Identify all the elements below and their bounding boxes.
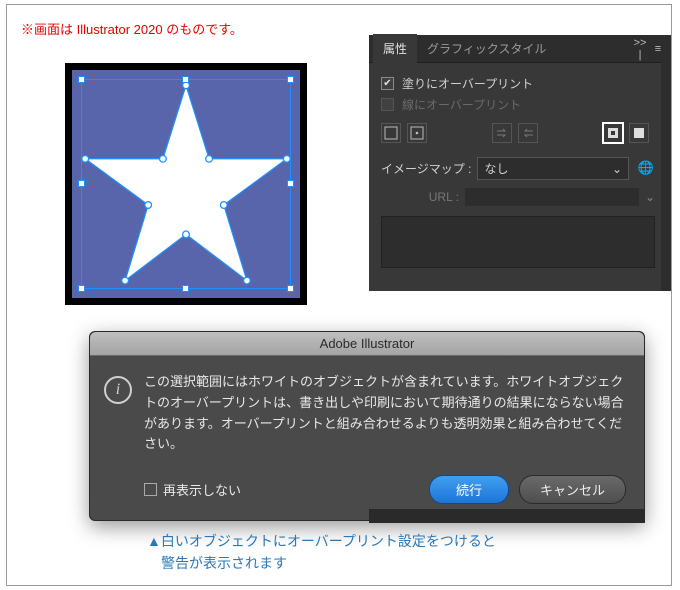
tab-graphic-style[interactable]: グラフィックスタイル bbox=[417, 34, 556, 63]
top-note: ※画面は Illustrator 2020 のものです。 bbox=[21, 19, 243, 38]
dont-show-checkbox[interactable] bbox=[144, 483, 157, 496]
selection-handle[interactable] bbox=[78, 285, 85, 292]
imagemap-select[interactable]: なし ⌄ bbox=[477, 157, 629, 180]
figure-frame: ※画面は Illustrator 2020 のものです。 属性 bbox=[6, 4, 672, 586]
selection-handle[interactable] bbox=[287, 180, 294, 187]
nonzero-rule-icon[interactable] bbox=[629, 123, 649, 143]
dont-show-label[interactable]: 再表示しない bbox=[163, 480, 241, 499]
bg-shadow bbox=[369, 509, 645, 523]
path-direction-on-icon[interactable] bbox=[518, 123, 538, 143]
hide-center-icon[interactable] bbox=[407, 123, 427, 143]
url-input[interactable] bbox=[465, 188, 639, 206]
attribute-icon-row bbox=[381, 123, 655, 143]
selection-handle[interactable] bbox=[182, 76, 189, 83]
caption-line2: 警告が表示されます bbox=[161, 555, 287, 571]
stroke-overprint-row: 線にオーバープリント bbox=[381, 96, 655, 113]
artwork-canvas bbox=[59, 57, 313, 311]
selection-bounds[interactable] bbox=[81, 79, 291, 289]
continue-button[interactable]: 続行 bbox=[429, 475, 509, 504]
attributes-panel: 属性 グラフィックスタイル >> | ≡ ✔ 塗りにオーバープリント 線にオーバ… bbox=[369, 35, 667, 291]
dialog-message: この選択範囲にはホワイトのオブジェクトが含まれています。ホワイトオブジェクトのオ… bbox=[144, 372, 626, 455]
tab-attributes[interactable]: 属性 bbox=[373, 34, 417, 63]
fill-overprint-checkbox[interactable]: ✔ bbox=[381, 77, 394, 90]
selection-handle[interactable] bbox=[182, 285, 189, 292]
stroke-overprint-checkbox bbox=[381, 98, 394, 111]
caption-line1: ▲白いオブジェクトにオーバープリント設定をつけると bbox=[147, 533, 496, 549]
dialog-title: Adobe Illustrator bbox=[90, 332, 644, 356]
panel-tabs: 属性 グラフィックスタイル >> | ≡ bbox=[369, 35, 667, 63]
even-odd-rule-icon[interactable] bbox=[603, 123, 623, 143]
imagemap-row: イメージマップ : なし ⌄ 🌐 bbox=[381, 157, 655, 180]
show-center-icon[interactable] bbox=[381, 123, 401, 143]
selection-handle[interactable] bbox=[78, 180, 85, 187]
fill-overprint-label: 塗りにオーバープリント bbox=[402, 75, 533, 92]
url-row: URL : ⌄ bbox=[381, 188, 655, 206]
warning-dialog: Adobe Illustrator i この選択範囲にはホワイトのオブジェクトが… bbox=[89, 331, 645, 521]
info-icon: i bbox=[104, 376, 132, 404]
panel-textarea[interactable] bbox=[381, 216, 655, 268]
chevron-down-icon: ⌄ bbox=[612, 162, 622, 176]
stroke-overprint-label: 線にオーバープリント bbox=[402, 96, 521, 113]
selection-handle[interactable] bbox=[78, 76, 85, 83]
selection-handle[interactable] bbox=[287, 285, 294, 292]
chevron-down-icon[interactable]: ⌄ bbox=[645, 190, 655, 204]
fill-overprint-row[interactable]: ✔ 塗りにオーバープリント bbox=[381, 75, 655, 92]
selection-handle[interactable] bbox=[287, 76, 294, 83]
cancel-button[interactable]: キャンセル bbox=[519, 475, 626, 504]
imagemap-value: なし bbox=[484, 160, 508, 177]
figure-caption: ▲白いオブジェクトにオーバープリント設定をつけると 警告が表示されます bbox=[147, 530, 496, 575]
browser-icon[interactable]: 🌐 bbox=[637, 160, 655, 178]
url-label: URL : bbox=[381, 190, 459, 204]
panel-collapse-icon[interactable]: >> | bbox=[631, 37, 649, 61]
imagemap-label: イメージマップ : bbox=[381, 160, 471, 177]
dock-strip bbox=[661, 35, 671, 291]
path-direction-off-icon[interactable] bbox=[492, 123, 512, 143]
